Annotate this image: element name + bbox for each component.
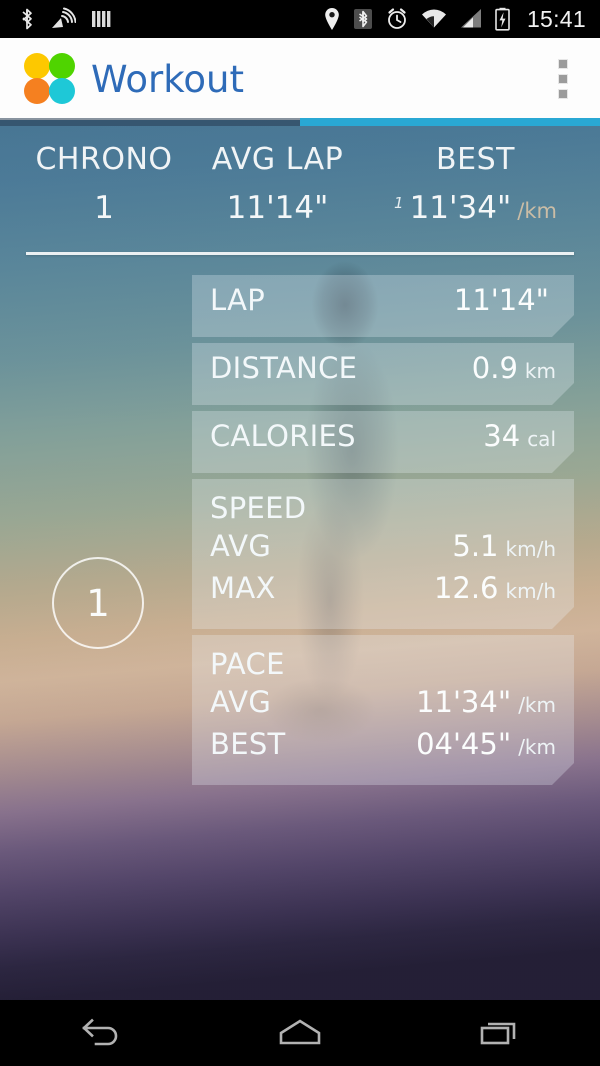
stat-card-speed[interactable]: SPEED AVG 5.1 km/h MAX 12.6 km/h (192, 479, 574, 629)
wifi-icon (421, 9, 446, 28)
stat-value: 12.6 (433, 571, 499, 605)
alarm-clock-icon (388, 8, 406, 29)
header-stat-value: 1 (94, 190, 114, 226)
stat-value-group: 0.9 km (472, 351, 556, 385)
bluetooth-connected-icon (353, 9, 372, 29)
stat-unit: km/h (505, 579, 556, 603)
stat-row-distance: DISTANCE 0.9 km (210, 351, 556, 393)
cellular-signal-icon (460, 9, 481, 28)
header-stat-label: CHRONO (35, 142, 173, 177)
stat-unit: /km (518, 735, 556, 759)
header-best-unit: /km (517, 199, 557, 223)
status-bar-clock: 15:41 (526, 5, 586, 32)
stat-unit: km (524, 359, 556, 383)
stat-value: 0.9 (471, 351, 518, 385)
status-bar-left-icons (18, 7, 112, 31)
stat-unit: /km (518, 693, 556, 717)
gps-satellite-icon (52, 7, 76, 28)
status-bar: 15:41 (0, 0, 600, 38)
stat-row-pace-best: BEST 04'45" /km (210, 727, 556, 769)
tab-indicator-selected (300, 118, 600, 126)
stat-row-pace-avg: AVG 11'34" /km (210, 685, 556, 727)
stat-row-calories: CALORIES 34 cal (210, 419, 556, 461)
stat-value-group: 04'45" /km (416, 727, 556, 761)
stat-value: 5.1 (452, 529, 499, 563)
stat-row-speed-max: MAX 12.6 km/h (210, 571, 556, 613)
stat-card-title: PACE (210, 647, 285, 681)
recents-button[interactable] (440, 1000, 560, 1066)
app-logo-icon (24, 53, 76, 105)
stat-row-lap: LAP 11'14" (210, 283, 556, 325)
app-bar: Workout (0, 38, 600, 120)
stat-row-speed-avg: AVG 5.1 km/h (210, 529, 556, 571)
lap-number-badge[interactable]: 1 (52, 557, 144, 649)
header-stat-best: BEST 1 11'34" /km (368, 142, 583, 226)
header-stat-label: BEST (436, 142, 515, 177)
header-stat-label: AVG LAP (211, 142, 344, 177)
stat-unit: km/h (505, 537, 556, 561)
header-stat-best-value-row: 1 11'34" /km (368, 190, 583, 226)
stat-value-group: 34 cal (483, 419, 556, 453)
stat-value-group: 5.1 km/h (452, 529, 556, 563)
header-best-lap-superscript: 1 (394, 194, 404, 212)
stat-key: DISTANCE (210, 351, 358, 385)
home-button[interactable] (240, 1000, 360, 1066)
workout-content: CHRONO 1 AVG LAP 11'14" BEST 1 11'34" /k… (0, 120, 600, 1000)
stat-key: MAX (210, 571, 276, 605)
stat-value: 11'34" (416, 685, 512, 719)
header-stat-chrono: CHRONO 1 (14, 142, 194, 226)
stat-key: BEST (210, 727, 286, 761)
lap-number-badge-label: 1 (86, 581, 110, 625)
battery-charging-icon (495, 7, 510, 31)
stat-key: AVG (210, 529, 272, 563)
page-title: Workout (91, 57, 244, 101)
stat-card-calories[interactable]: CALORIES 34 cal (192, 411, 574, 473)
location-pin-icon (325, 8, 339, 31)
back-button[interactable] (40, 1000, 160, 1066)
stat-card-distance[interactable]: DISTANCE 0.9 km (192, 343, 574, 405)
tab-strip[interactable] (0, 118, 600, 126)
stat-value-group: 12.6 km/h (434, 571, 556, 605)
header-stat-value: 11'14" (226, 190, 329, 226)
stat-card-lap[interactable]: LAP 11'14" (192, 275, 574, 337)
header-stats: CHRONO 1 AVG LAP 11'14" BEST 1 11'34" /k… (0, 142, 600, 252)
stat-key: AVG (210, 685, 272, 719)
stat-value-group: 11'14" (454, 283, 556, 317)
header-best-value: 11'34" (409, 190, 512, 226)
stat-cards: LAP 11'14" DISTANCE 0.9 km CALORIES 34 c… (192, 275, 574, 791)
stat-value-group: 11'34" /km (416, 685, 556, 719)
bluetooth-icon (22, 8, 32, 30)
header-divider (26, 252, 574, 255)
android-nav-bar (0, 1000, 600, 1066)
stat-value: 34 (483, 419, 521, 453)
stat-value: 04'45" (416, 727, 512, 761)
stat-key: LAP (210, 283, 266, 317)
overflow-menu-icon[interactable] (548, 53, 578, 105)
stat-key: CALORIES (210, 419, 356, 453)
stat-card-title: SPEED (210, 491, 307, 525)
status-bar-right-icons: 15:41 (324, 6, 586, 33)
stat-card-pace[interactable]: PACE AVG 11'34" /km BEST 04'45" /km (192, 635, 574, 785)
phone-screen: 15:41 Workout CHRONO 1 AVG LAP 11'14" BE… (0, 0, 600, 1066)
vibrate-bars-icon (92, 11, 111, 27)
stat-value: 11'14" (453, 283, 549, 317)
header-stat-avg-lap: AVG LAP 11'14" (190, 142, 365, 226)
stat-unit: cal (527, 427, 556, 451)
